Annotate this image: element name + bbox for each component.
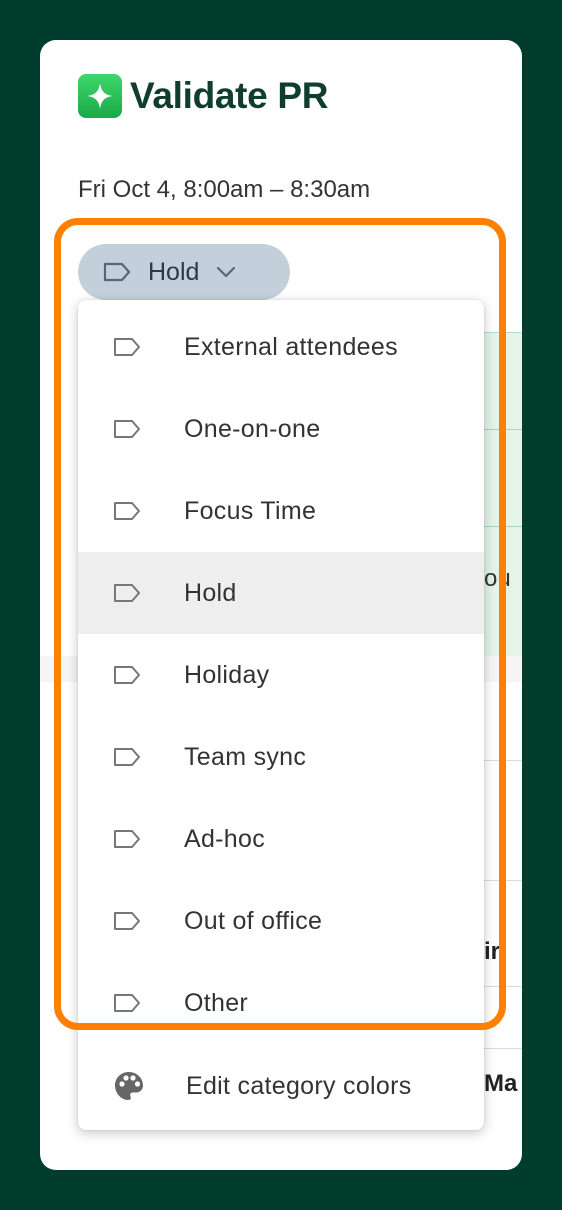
title-row: Validate PR [78,74,329,118]
background-divider [484,986,522,987]
background-text-fragment: ou [484,565,511,592]
chevron-down-icon [215,265,237,279]
category-option-team-sync[interactable]: Team sync [78,716,484,798]
tag-icon [112,582,142,604]
background-event-block: ou [484,332,522,670]
category-option-label: One-on-one [184,414,321,443]
tag-icon [112,336,142,358]
category-option-out-of-office[interactable]: Out of office [78,880,484,962]
palette-icon [112,1069,146,1103]
edit-category-colors-item[interactable]: Edit category colors [78,1046,484,1126]
event-time: Fri Oct 4, 8:00am – 8:30am [78,176,371,203]
category-option-label: Other [184,988,249,1017]
tag-icon [112,910,142,932]
category-option-one-on-one[interactable]: One-on-one [78,388,484,470]
category-dropdown-button[interactable]: Hold [78,244,290,300]
category-option-focus-time[interactable]: Focus Time [78,470,484,552]
event-title: Validate PR [130,75,329,116]
tag-icon [112,500,142,522]
category-chip-label: Hold [148,257,200,286]
category-option-label: Out of office [184,906,323,935]
category-option-label: Focus Time [184,496,317,525]
tag-icon [112,992,142,1014]
edit-category-colors-label: Edit category colors [186,1071,412,1100]
category-option-hold[interactable]: Hold [78,552,484,634]
category-option-holiday[interactable]: Holiday [78,634,484,716]
background-text-fragment: ir [484,938,501,965]
category-option-other[interactable]: Other [78,962,484,1044]
background-divider [484,880,522,881]
background-divider [484,760,522,761]
background-text-fragment: Ma [484,1070,518,1097]
category-option-label: External attendees [184,332,398,361]
tag-icon [112,664,142,686]
tag-icon [112,746,142,768]
category-option-label: Hold [184,578,237,607]
tag-icon [112,418,142,440]
category-option-external-attendees[interactable]: External attendees [78,306,484,388]
category-option-label: Holiday [184,660,270,689]
category-option-label: Team sync [184,742,307,771]
tag-icon [102,261,132,283]
event-card: Validate PR Fri Oct 4, 8:00am – 8:30am o… [40,40,522,1170]
category-option-label: Ad-hoc [184,824,266,853]
category-option-ad-hoc[interactable]: Ad-hoc [78,798,484,880]
sparkle-icon [78,74,122,118]
category-menu-list: External attendees One-on-one Focus Time Ho… [78,306,484,1044]
category-dropdown-menu: External attendees One-on-one Focus Time Ho… [78,300,484,1130]
tag-icon [112,828,142,850]
background-divider [484,1048,522,1049]
